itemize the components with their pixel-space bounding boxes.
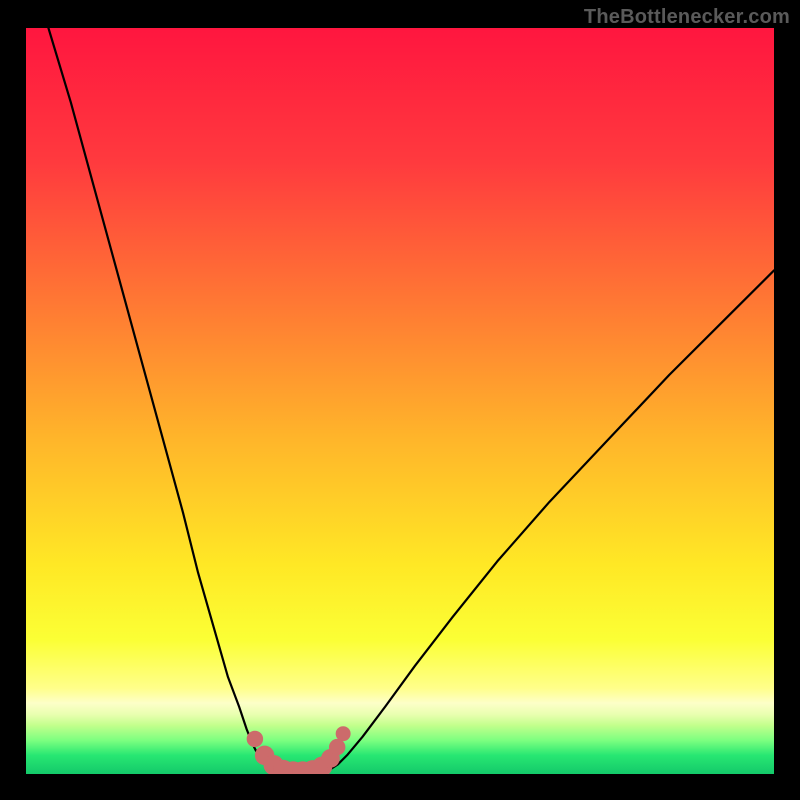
plot-area bbox=[26, 28, 774, 774]
valley-marker bbox=[336, 726, 351, 741]
watermark-label: TheBottlenecker.com bbox=[584, 6, 790, 29]
bottleneck-curve bbox=[48, 28, 774, 774]
valley-marker bbox=[329, 739, 345, 755]
valley-marker bbox=[247, 731, 263, 747]
curve-layer bbox=[26, 28, 774, 774]
